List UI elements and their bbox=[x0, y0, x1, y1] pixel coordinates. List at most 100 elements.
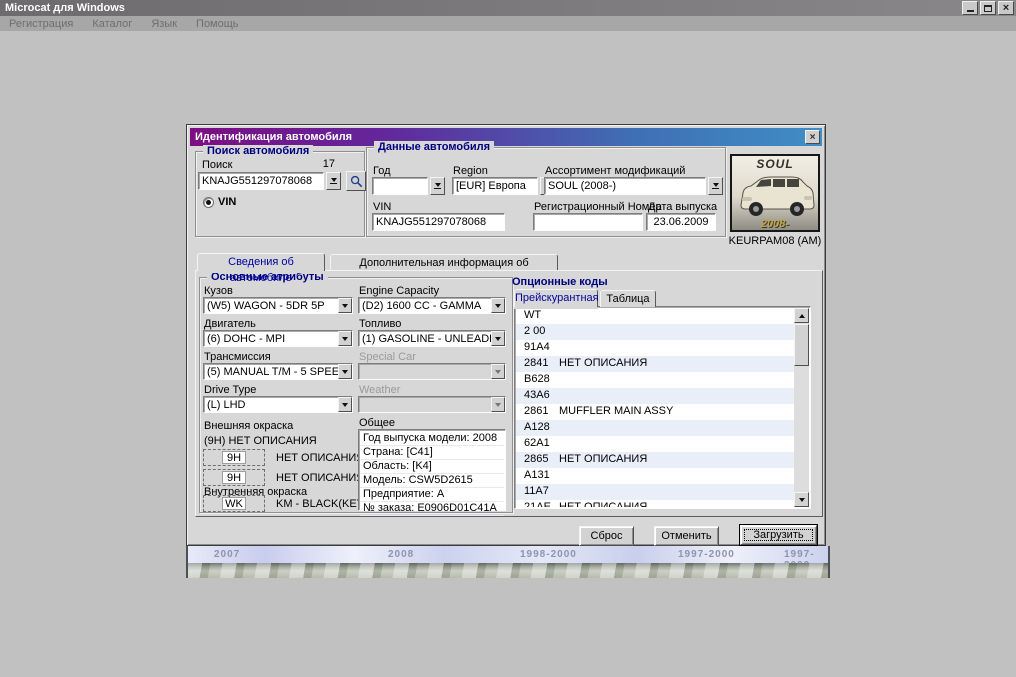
tab-price-list[interactable]: Прейскурантная bbox=[514, 289, 598, 307]
menu-registration[interactable]: Регистрация bbox=[9, 18, 73, 30]
search-button[interactable] bbox=[346, 171, 366, 191]
paint-swatch-button[interactable]: WK bbox=[203, 495, 265, 512]
load-button[interactable]: Загрузить bbox=[740, 525, 817, 545]
engine-combo[interactable]: (6) DOHC - MPI bbox=[203, 330, 353, 347]
combo-value: (5) MANUAL T/M - 5 SPEED bbox=[203, 363, 353, 380]
option-code: B628 bbox=[524, 372, 550, 387]
release-date-input[interactable]: 23.06.2009 bbox=[646, 213, 716, 231]
scrollbar-thumb[interactable] bbox=[794, 324, 809, 366]
paint-code: 9H bbox=[222, 451, 246, 464]
group-title: Данные автомобиля bbox=[374, 141, 494, 154]
tab-vehicle-details[interactable]: Сведения об автомобиле bbox=[197, 253, 325, 271]
assortment-label: Ассортимент модификаций bbox=[545, 165, 685, 177]
scroll-up-button[interactable] bbox=[794, 308, 809, 323]
scroll-down-button[interactable] bbox=[794, 492, 809, 507]
minimize-button[interactable] bbox=[962, 1, 978, 15]
option-row[interactable]: 2841НЕТ ОПИСАНИЯ bbox=[516, 356, 794, 372]
general-row: Год выпуска модели: 2008 bbox=[360, 432, 504, 446]
chevron-down-icon bbox=[713, 183, 719, 187]
year-input[interactable] bbox=[372, 177, 428, 195]
reset-button[interactable]: Сброс bbox=[579, 526, 634, 546]
combo-arrow-button[interactable] bbox=[491, 331, 505, 346]
paint-swatch-button[interactable]: 9H bbox=[203, 469, 265, 486]
option-row[interactable]: 91A4 bbox=[516, 340, 794, 356]
region-label: Region bbox=[453, 165, 488, 177]
general-row: Предприятие: A bbox=[360, 488, 504, 502]
option-row[interactable]: 2865НЕТ ОПИСАНИЯ bbox=[516, 452, 794, 468]
option-row[interactable]: 43A6 bbox=[516, 388, 794, 404]
option-row[interactable]: 62A1 bbox=[516, 436, 794, 452]
reg-number-label: Регистрационный Номер bbox=[534, 201, 662, 213]
vin-radio[interactable] bbox=[203, 197, 214, 208]
region-input[interactable]: [EUR] Европа bbox=[452, 177, 538, 195]
dialog-close-button[interactable]: × bbox=[805, 130, 820, 144]
background-window-strip: 2007 2008 1998-2000 1997-2000 1997-2000 bbox=[186, 546, 830, 578]
combo-arrow-button[interactable] bbox=[338, 331, 352, 346]
chevron-down-icon bbox=[331, 178, 337, 182]
special-car-combo bbox=[358, 363, 506, 380]
maximize-button[interactable] bbox=[980, 1, 996, 15]
cancel-button[interactable]: Отменить bbox=[654, 526, 719, 546]
general-row: Страна: [C41] bbox=[360, 446, 504, 460]
vertical-scrollbar[interactable] bbox=[794, 308, 809, 507]
option-desc: НЕТ ОПИСАНИЯ bbox=[559, 356, 647, 371]
dialog-title: Идентификация автомобиля bbox=[195, 131, 352, 143]
paint-desc: НЕТ ОПИСАНИЯ bbox=[276, 452, 364, 464]
option-row[interactable]: 21AEНЕТ ОПИСАНИЯ bbox=[516, 500, 794, 507]
year-dropdown[interactable] bbox=[430, 177, 445, 195]
combo-arrow-button bbox=[491, 364, 505, 379]
transmission-combo[interactable]: (5) MANUAL T/M - 5 SPEED bbox=[203, 363, 353, 380]
option-code: 43A6 bbox=[524, 388, 550, 403]
reg-number-input[interactable] bbox=[533, 213, 643, 231]
chevron-down-icon bbox=[495, 370, 501, 374]
tab-table[interactable]: Таблица bbox=[600, 290, 656, 307]
drive-type-label: Drive Type bbox=[204, 384, 256, 396]
vin-field-label: VIN bbox=[373, 201, 391, 213]
combo-arrow-button[interactable] bbox=[338, 397, 352, 412]
option-row[interactable]: 2861MUFFLER MAIN ASSY bbox=[516, 404, 794, 420]
assortment-dropdown[interactable] bbox=[708, 177, 723, 195]
exterior-paint-summary: (9H) НЕТ ОПИСАНИЯ bbox=[204, 435, 317, 447]
drive-type-combo[interactable]: (L) LHD bbox=[203, 396, 353, 413]
general-row: Модель: CSW5D2615 bbox=[360, 474, 504, 488]
combo-arrow-button bbox=[491, 397, 505, 412]
combo-value bbox=[358, 396, 506, 413]
chevron-down-icon bbox=[342, 304, 348, 308]
vin-radio-label: VIN bbox=[218, 196, 236, 208]
search-icon bbox=[350, 175, 363, 188]
tab-additional-info[interactable]: Дополнительная информация об автомобиле bbox=[330, 254, 558, 271]
maximize-icon bbox=[984, 5, 992, 12]
fuel-combo[interactable]: (1) GASOLINE - UNLEADED bbox=[358, 330, 506, 347]
search-history-dropdown[interactable] bbox=[326, 172, 341, 190]
option-row[interactable]: A131 bbox=[516, 468, 794, 484]
combo-arrow-button[interactable] bbox=[491, 298, 505, 313]
menu-catalog[interactable]: Каталог bbox=[92, 18, 132, 30]
option-row[interactable]: B628 bbox=[516, 372, 794, 388]
body-combo[interactable]: (W5) WAGON - 5DR 5P bbox=[203, 297, 353, 314]
paint-desc: KM - BLACK(KEY bbox=[276, 498, 364, 510]
chevron-down-icon bbox=[495, 403, 501, 407]
background-texture bbox=[188, 563, 828, 578]
menu-help[interactable]: Помощь bbox=[196, 18, 239, 30]
option-row[interactable]: 2 00 bbox=[516, 324, 794, 340]
combo-arrow-button[interactable] bbox=[338, 364, 352, 379]
option-row[interactable]: WT bbox=[516, 308, 794, 324]
search-input[interactable]: KNAJG551297078068 bbox=[198, 172, 324, 190]
assortment-input[interactable]: SOUL (2008-) bbox=[544, 177, 706, 195]
combo-arrow-button[interactable] bbox=[338, 298, 352, 313]
menu-language[interactable]: Язык bbox=[151, 18, 177, 30]
close-button[interactable]: × bbox=[998, 1, 1014, 15]
combo-value: (6) DOHC - MPI bbox=[203, 330, 353, 347]
paint-code: 9H bbox=[222, 471, 246, 484]
vin-input[interactable]: KNAJG551297078068 bbox=[372, 213, 505, 231]
option-desc: НЕТ ОПИСАНИЯ bbox=[559, 452, 647, 467]
option-row[interactable]: A128 bbox=[516, 420, 794, 436]
general-label: Общее bbox=[359, 417, 395, 429]
option-codes-list[interactable]: WT 2 00 91A4 2841НЕТ ОПИСАНИЯ B628 43A6 … bbox=[514, 306, 811, 509]
combo-value bbox=[358, 363, 506, 380]
option-code: 91A4 bbox=[524, 340, 550, 355]
option-row[interactable]: 11A7 bbox=[516, 484, 794, 500]
paint-swatch-button[interactable]: 9H bbox=[203, 449, 265, 466]
window-titlebar: Microcat для Windows × bbox=[0, 0, 1016, 16]
engine-capacity-combo[interactable]: (D2) 1600 CC - GAMMA bbox=[358, 297, 506, 314]
